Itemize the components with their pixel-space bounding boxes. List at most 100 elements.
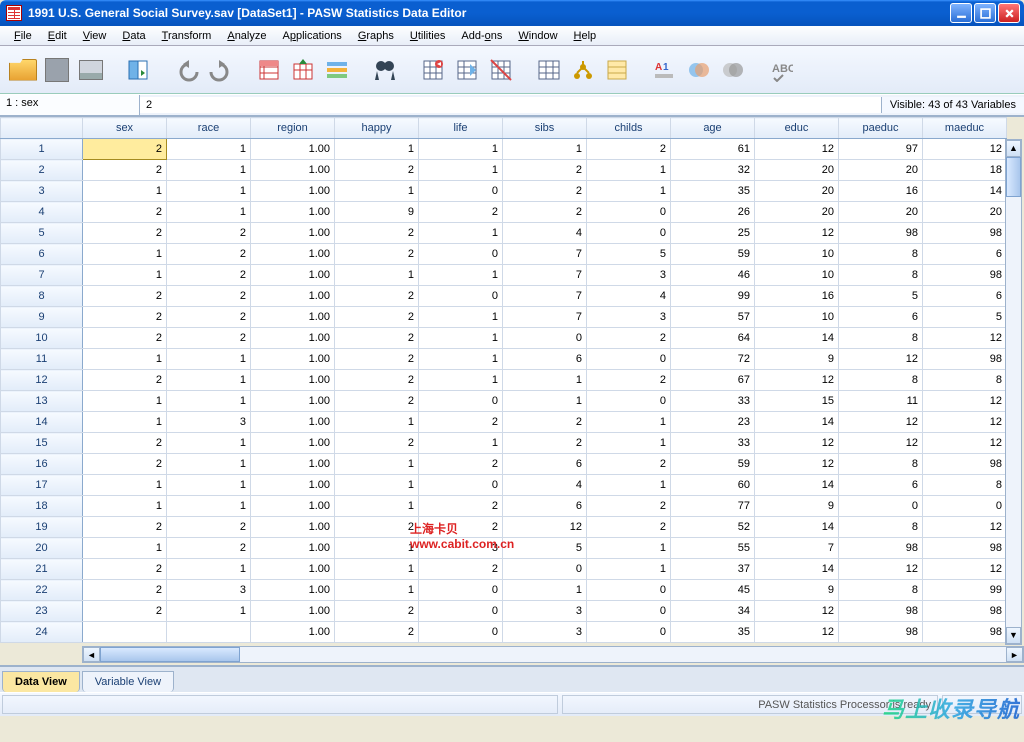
- data-cell[interactable]: 3: [503, 622, 587, 643]
- data-cell[interactable]: 2: [83, 160, 167, 181]
- row-header[interactable]: 14: [1, 412, 83, 433]
- close-button[interactable]: [998, 3, 1020, 23]
- row-header[interactable]: 19: [1, 517, 83, 538]
- data-cell[interactable]: 1: [335, 181, 419, 202]
- data-cell[interactable]: 2: [503, 412, 587, 433]
- data-cell[interactable]: 1: [83, 391, 167, 412]
- data-row[interactable]: 17111.001041601468: [1, 475, 1007, 496]
- gray-circles-button[interactable]: [718, 55, 748, 85]
- data-cell[interactable]: 98: [923, 601, 1007, 622]
- goto-variable-button[interactable]: [288, 55, 318, 85]
- data-cell[interactable]: 2: [335, 391, 419, 412]
- data-cell[interactable]: 55: [671, 538, 755, 559]
- data-cell[interactable]: 1.00: [251, 454, 335, 475]
- data-cell[interactable]: 8: [839, 244, 923, 265]
- data-cell[interactable]: 20: [839, 160, 923, 181]
- data-cell[interactable]: 9: [335, 202, 419, 223]
- menu-window[interactable]: Window: [510, 28, 565, 44]
- data-cell[interactable]: 2: [83, 517, 167, 538]
- data-cell[interactable]: 12: [755, 433, 839, 454]
- data-cell[interactable]: 2: [167, 328, 251, 349]
- data-cell[interactable]: 1: [167, 139, 251, 160]
- data-cell[interactable]: 0: [587, 202, 671, 223]
- data-cell[interactable]: 3: [167, 580, 251, 601]
- data-cell[interactable]: 8: [839, 580, 923, 601]
- data-cell[interactable]: 33: [671, 433, 755, 454]
- data-cell[interactable]: 8: [839, 328, 923, 349]
- data-cell[interactable]: 1: [167, 349, 251, 370]
- data-row[interactable]: 6121.002075591086: [1, 244, 1007, 265]
- menu-transform[interactable]: Transform: [154, 28, 220, 44]
- data-cell[interactable]: 1: [503, 139, 587, 160]
- data-cell[interactable]: 32: [671, 160, 755, 181]
- data-cell[interactable]: 9: [755, 349, 839, 370]
- row-header[interactable]: 23: [1, 601, 83, 622]
- data-cell[interactable]: 4: [587, 286, 671, 307]
- data-cell[interactable]: 1.00: [251, 139, 335, 160]
- data-cell[interactable]: 0: [419, 391, 503, 412]
- data-cell[interactable]: 6: [503, 349, 587, 370]
- data-row[interactable]: 241.00203035129898: [1, 622, 1007, 643]
- data-cell[interactable]: 1: [83, 538, 167, 559]
- row-header[interactable]: 2: [1, 160, 83, 181]
- data-cell[interactable]: 2: [83, 202, 167, 223]
- data-cell[interactable]: 67: [671, 370, 755, 391]
- menu-file[interactable]: File: [6, 28, 40, 44]
- data-cell[interactable]: 2: [335, 307, 419, 328]
- data-cell[interactable]: 1.00: [251, 622, 335, 643]
- data-cell[interactable]: 1: [587, 559, 671, 580]
- value-labels-button[interactable]: [534, 55, 564, 85]
- data-cell[interactable]: 1: [503, 370, 587, 391]
- row-header[interactable]: 15: [1, 433, 83, 454]
- data-cell[interactable]: 14: [755, 559, 839, 580]
- data-row[interactable]: 2211.00212132202018: [1, 160, 1007, 181]
- data-cell[interactable]: 2: [419, 517, 503, 538]
- data-cell[interactable]: 20: [923, 202, 1007, 223]
- data-view-tab[interactable]: Data View: [2, 671, 80, 692]
- data-cell[interactable]: 1: [587, 160, 671, 181]
- data-cell[interactable]: 3: [419, 538, 503, 559]
- data-cell[interactable]: 5: [587, 244, 671, 265]
- col-header[interactable]: sex: [83, 118, 167, 139]
- data-cell[interactable]: 8: [923, 370, 1007, 391]
- data-row[interactable]: 22231.001010459899: [1, 580, 1007, 601]
- data-cell[interactable]: 1: [167, 433, 251, 454]
- data-cell[interactable]: 2: [83, 580, 167, 601]
- data-cell[interactable]: 12: [923, 391, 1007, 412]
- data-cell[interactable]: 35: [671, 622, 755, 643]
- data-cell[interactable]: 1.00: [251, 223, 335, 244]
- data-cell[interactable]: 12: [755, 223, 839, 244]
- corner-header[interactable]: [1, 118, 83, 139]
- data-cell[interactable]: 2: [335, 349, 419, 370]
- data-cell[interactable]: 1.00: [251, 328, 335, 349]
- data-cell[interactable]: 7: [503, 286, 587, 307]
- row-header[interactable]: 21: [1, 559, 83, 580]
- data-cell[interactable]: 0: [587, 622, 671, 643]
- data-cell[interactable]: 1: [83, 349, 167, 370]
- data-cell[interactable]: 18: [923, 160, 1007, 181]
- menu-graphs[interactable]: Graphs: [350, 28, 402, 44]
- data-cell[interactable]: 4: [503, 223, 587, 244]
- data-cell[interactable]: 6: [923, 286, 1007, 307]
- data-cell[interactable]: 35: [671, 181, 755, 202]
- data-cell[interactable]: 72: [671, 349, 755, 370]
- data-cell[interactable]: 1: [587, 412, 671, 433]
- row-header[interactable]: 3: [1, 181, 83, 202]
- data-row[interactable]: 9221.002173571065: [1, 307, 1007, 328]
- data-cell[interactable]: 1: [167, 601, 251, 622]
- data-cell[interactable]: 5: [839, 286, 923, 307]
- find-button[interactable]: [370, 55, 400, 85]
- data-cell[interactable]: 1: [335, 265, 419, 286]
- col-header[interactable]: happy: [335, 118, 419, 139]
- data-cell[interactable]: 2: [83, 370, 167, 391]
- data-cell[interactable]: 2: [503, 181, 587, 202]
- data-cell[interactable]: 2: [335, 622, 419, 643]
- data-cell[interactable]: 0: [587, 391, 671, 412]
- data-cell[interactable]: 1.00: [251, 475, 335, 496]
- data-cell[interactable]: 12: [755, 601, 839, 622]
- data-cell[interactable]: 1: [419, 139, 503, 160]
- data-cell[interactable]: 12: [839, 559, 923, 580]
- data-cell[interactable]: 3: [587, 307, 671, 328]
- data-cell[interactable]: 1: [335, 454, 419, 475]
- data-cell[interactable]: 1: [335, 475, 419, 496]
